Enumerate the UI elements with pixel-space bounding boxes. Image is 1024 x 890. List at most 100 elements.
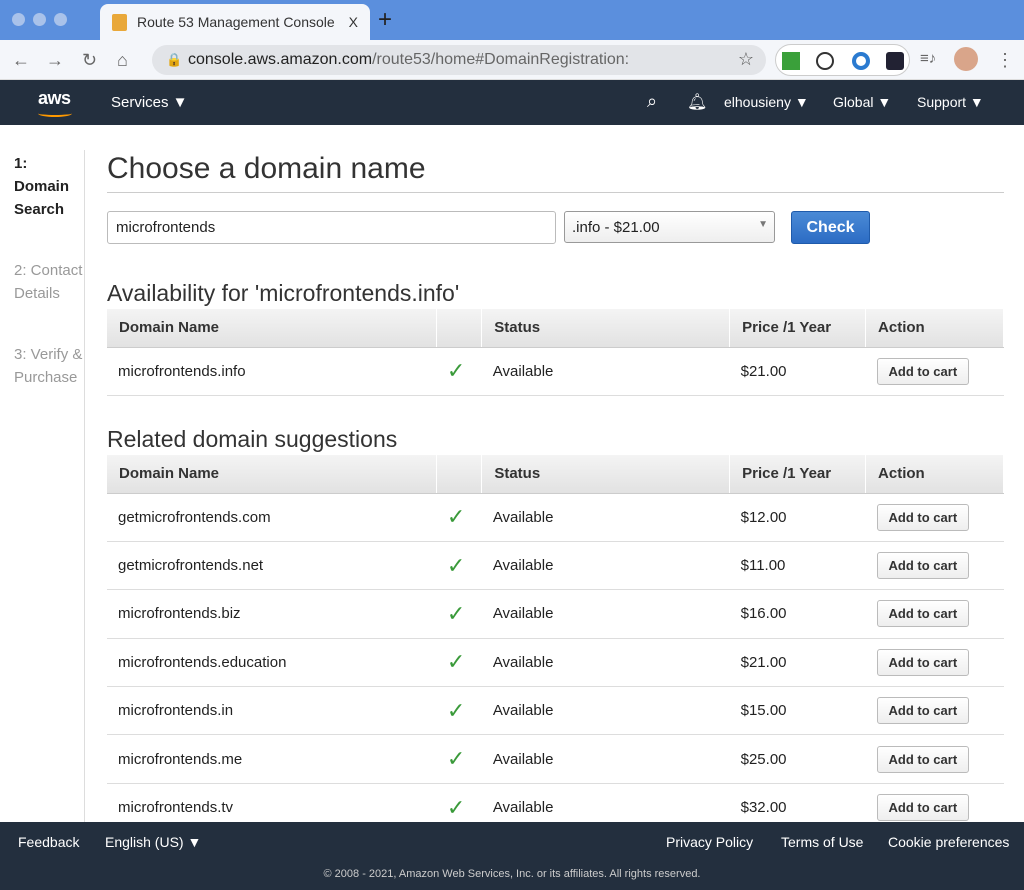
column-header: Action — [865, 455, 1004, 494]
add-to-cart-button[interactable]: Add to cart — [876, 357, 970, 385]
puzzle-extension-icon[interactable] — [886, 52, 904, 70]
status: Available — [481, 783, 730, 822]
wizard-steps: 1: Domain Search 2: Contact Details 3: V… — [14, 152, 84, 427]
check-button[interactable]: Check — [791, 211, 870, 244]
column-header: Price /1 Year — [729, 455, 867, 494]
bookmark-star-icon[interactable]: ☆ — [738, 49, 754, 70]
window-controls[interactable] — [12, 13, 67, 26]
table-row: microfrontends.in ✓ Available $15.00 Add… — [107, 686, 1004, 736]
price: $15.00 — [729, 686, 866, 736]
domain-name: getmicrofrontends.com — [107, 493, 437, 542]
status: Available — [481, 347, 730, 396]
step-verify-purchase: 3: Verify & Purchase — [14, 346, 83, 386]
column-header: Price /1 Year — [729, 309, 867, 348]
available-check-icon: ✓ — [436, 589, 482, 639]
status: Available — [481, 734, 730, 784]
domain-name: getmicrofrontends.net — [107, 541, 437, 591]
privacy-link[interactable]: Privacy Policy — [666, 834, 753, 850]
status: Available — [481, 541, 730, 591]
action-cell: Add to cart — [865, 541, 1004, 591]
add-to-cart-button[interactable]: Add to cart — [876, 552, 970, 580]
domain-name: microfrontends.biz — [107, 589, 437, 639]
browser-tab[interactable]: Route 53 Management Console X — [100, 4, 370, 40]
available-check-icon: ✓ — [436, 686, 482, 736]
copyright: © 2008 - 2021, Amazon Web Services, Inc.… — [323, 868, 701, 880]
step-domain-search[interactable]: 1: Domain Search — [14, 152, 84, 221]
domain-name: microfrontends.education — [107, 638, 437, 688]
add-to-cart-button[interactable]: Add to cart — [876, 503, 970, 531]
table-row: getmicrofrontends.com ✓ Available $12.00… — [107, 493, 1004, 542]
table-row: microfrontends.education ✓ Available $21… — [107, 638, 1004, 688]
terms-link[interactable]: Terms of Use — [781, 834, 863, 850]
table-row: getmicrofrontends.net ✓ Available $11.00… — [107, 541, 1004, 591]
add-to-cart-button[interactable]: Add to cart — [876, 745, 970, 773]
extensions-area — [775, 44, 910, 76]
column-header: Domain Name — [107, 455, 438, 494]
forward-icon[interactable]: → — [46, 50, 64, 71]
action-cell: Add to cart — [865, 638, 1004, 688]
price: $12.00 — [729, 493, 866, 542]
tld-select[interactable]: .info - $21.00 ▼ — [564, 211, 775, 243]
divider — [107, 192, 1004, 193]
bell-icon[interactable]: 🔔︎ — [687, 92, 707, 112]
search-icon[interactable]: ⌕ — [647, 91, 657, 112]
header-row: Domain Name Status Price /1 Year Action — [107, 309, 1004, 348]
browser-tab-bar: Route 53 Management Console X + — [0, 0, 1024, 40]
price: $25.00 — [729, 734, 866, 784]
domain-name: microfrontends.info — [107, 347, 437, 396]
circle-extension-icon[interactable] — [852, 52, 870, 70]
new-tab-button[interactable]: + — [378, 6, 392, 34]
user-menu[interactable]: elhousieny ▼ — [724, 94, 809, 110]
page-title: Choose a domain name — [107, 152, 426, 185]
media-icon[interactable]: ≡♪ — [920, 50, 936, 67]
avatar[interactable] — [954, 47, 978, 71]
region-menu[interactable]: Global ▼ — [833, 94, 891, 110]
add-to-cart-button[interactable]: Add to cart — [876, 697, 970, 725]
close-tab-icon[interactable]: X — [349, 14, 358, 30]
table-row: microfrontends.me ✓ Available $25.00 Add… — [107, 734, 1004, 784]
lock-icon: 🔒 — [166, 52, 183, 67]
add-to-cart-button[interactable]: Add to cart — [876, 794, 970, 822]
status: Available — [481, 686, 730, 736]
column-header — [436, 455, 483, 494]
domain-name: microfrontends.in — [107, 686, 437, 736]
available-check-icon: ✓ — [436, 493, 482, 542]
chevron-down-icon: ▼ — [758, 219, 768, 230]
column-header: Action — [865, 309, 1004, 348]
status: Available — [481, 493, 730, 542]
home-icon[interactable]: ⌂ — [117, 50, 128, 71]
domain-name: microfrontends.me — [107, 734, 437, 784]
table-row: microfrontends.info ✓ Available $21.00 A… — [107, 347, 1004, 396]
aws-logo[interactable]: aws — [38, 88, 71, 109]
add-to-cart-button[interactable]: Add to cart — [876, 600, 970, 628]
table-row: microfrontends.biz ✓ Available $16.00 Ad… — [107, 589, 1004, 639]
action-cell: Add to cart — [865, 734, 1004, 784]
language-select[interactable]: English (US) ▼ — [105, 834, 201, 850]
address-bar-row: ← → ↻ ⌂ 🔒 console.aws.amazon.com/route53… — [0, 40, 1024, 80]
price: $32.00 — [729, 783, 866, 822]
aws-favicon-icon — [112, 13, 127, 31]
header-row: Domain Name Status Price /1 Year Action — [107, 455, 1004, 494]
menu-icon[interactable]: ⋮ — [996, 50, 1014, 71]
action-cell: Add to cart — [865, 686, 1004, 736]
price: $21.00 — [729, 347, 866, 396]
column-header: Status — [481, 455, 731, 494]
url-input[interactable]: 🔒 console.aws.amazon.com/route53/home#Do… — [152, 45, 766, 75]
feedback-link[interactable]: Feedback — [18, 834, 79, 850]
back-icon[interactable]: ← — [12, 50, 30, 71]
headphones-extension-icon[interactable] — [816, 52, 834, 70]
cookies-link[interactable]: Cookie preferences — [888, 834, 1009, 850]
domain-search-input[interactable]: microfrontends — [107, 211, 556, 244]
url-host: console.aws.amazon.com — [188, 51, 373, 68]
services-menu[interactable]: Services ▼ — [111, 94, 188, 111]
domain-name: microfrontends.tv — [107, 783, 437, 822]
tld-selected: .info - $21.00 — [572, 219, 660, 236]
available-check-icon: ✓ — [436, 734, 482, 784]
reload-icon[interactable]: ↻ — [82, 50, 97, 71]
checkmark-extension-icon[interactable] — [782, 52, 800, 70]
suggestions-table: Domain Name Status Price /1 Year Action get… — [107, 455, 1004, 822]
suggestions-title: Related domain suggestions — [107, 426, 398, 452]
add-to-cart-button[interactable]: Add to cart — [876, 648, 970, 676]
support-menu[interactable]: Support ▼ — [917, 94, 984, 110]
price: $16.00 — [729, 589, 866, 639]
